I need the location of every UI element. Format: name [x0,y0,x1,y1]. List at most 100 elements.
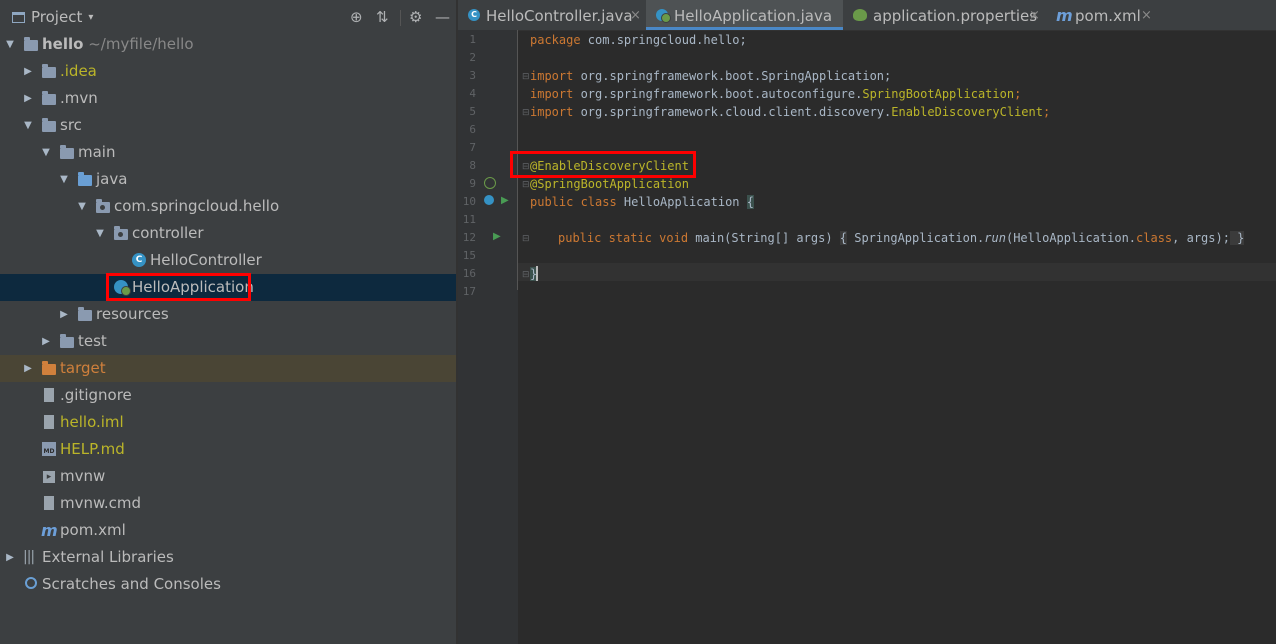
header-divider [400,10,401,26]
tree-item-help-md[interactable]: MD HELP.md [0,436,456,463]
tree-item-package[interactable]: ▼ com.springcloud.hello [0,193,456,220]
expanded-arrow-icon[interactable]: ▼ [94,220,106,247]
code-line-4: import org.springframework.boot.autoconf… [530,85,1021,103]
gear-icon[interactable]: ⚙ [409,8,422,26]
expanded-arrow-icon[interactable]: ▼ [22,112,34,139]
tab-hello-controller[interactable]: C HelloController.java × [458,0,644,30]
close-icon[interactable]: × [1029,0,1040,32]
expanded-arrow-icon[interactable]: ▼ [58,166,70,193]
close-icon[interactable]: × [1141,0,1152,32]
line-number: 9 [469,177,476,190]
folded-brace[interactable]: } [1229,231,1245,245]
tree-item-scratches[interactable]: Scratches and Consoles [0,571,456,598]
fold-icon[interactable]: ⊟ [522,180,530,190]
folder-icon [42,91,56,105]
chevron-down-icon[interactable]: ▾ [88,12,93,23]
run-icon[interactable]: ▶ [493,231,501,242]
tree-item-path: ~/myfile/hello [88,35,194,53]
tree-item-label: hello.iml [60,413,124,431]
tree-item-label: src [60,116,82,134]
tree-item-label: target [60,359,106,377]
fold-icon[interactable]: ⊟ [522,162,530,172]
tree-item-hello-application[interactable]: HelloApplication [0,274,456,301]
tree-item-mvnw-cmd[interactable]: mvnw.cmd [0,490,456,517]
project-window-icon [12,12,25,23]
module-folder-icon [24,37,38,51]
file-icon [44,388,54,402]
line-number: 12 [462,231,476,244]
code-text: SpringApplication. [847,231,985,245]
fold-icon[interactable]: ⊟ [522,108,530,118]
spring-boot-icon[interactable] [484,195,494,205]
code-text: org.springframework.boot.autoconfigure. [573,87,863,101]
tab-hello-application[interactable]: HelloApplication.java [646,0,843,30]
project-panel: Project ▾ ⊕ ⇅ ⚙ — ▼ hello ~/myfile/hello … [0,0,456,644]
tree-item-resources[interactable]: ▶ resources [0,301,456,328]
line-number-gutter[interactable]: 1 2 3 4 5 6 7 8 9 10 11 12 15 16 17 ▶ ▶ [458,30,518,644]
tree-item-idea[interactable]: ▶ .idea [0,58,456,85]
collapsed-arrow-icon[interactable]: ▶ [4,544,16,571]
keyword: package [530,33,581,47]
tree-item-label: java [96,170,128,188]
line-number: 10 [462,195,476,208]
tree-item-label: main [78,143,116,161]
tree-item-label: HELP.md [60,440,125,458]
locate-file-icon[interactable]: ⊕ [350,8,363,26]
code-text: ; [1042,105,1051,119]
hide-panel-icon[interactable]: — [435,8,450,26]
tree-item-hello-controller[interactable]: C HelloController [0,247,456,274]
code-line-5: import org.springframework.cloud.client.… [530,103,1050,121]
tree-item-test[interactable]: ▶ test [0,328,456,355]
tree-item-mvnw[interactable]: ▸ mvnw [0,463,456,490]
static-method: run [984,231,1006,245]
code-line-3: import org.springframework.boot.SpringAp… [530,67,891,85]
tree-item-gitignore[interactable]: .gitignore [0,382,456,409]
collapsed-arrow-icon[interactable]: ▶ [22,85,34,112]
expanded-arrow-icon[interactable]: ▼ [40,139,52,166]
tree-item-pom[interactable]: m pom.xml [0,517,456,544]
terminal-icon: ▸ [43,471,55,483]
code-line-8: @EnableDiscoveryClient [530,159,689,173]
spring-boot-class-icon [114,280,131,296]
tree-item-label: mvnw [60,467,106,485]
tab-label: HelloController.java [486,7,633,25]
line-number: 17 [462,285,476,298]
spring-bean-icon[interactable] [484,177,496,189]
tree-item-external-libraries[interactable]: ▶ ||| External Libraries [0,544,456,571]
run-icon[interactable]: ▶ [501,195,509,206]
tree-item-hello[interactable]: ▼ hello ~/myfile/hello [0,31,456,58]
tree-item-controller[interactable]: ▼ controller [0,220,456,247]
expanded-arrow-icon[interactable]: ▼ [4,31,16,58]
collapsed-arrow-icon[interactable]: ▶ [22,355,34,382]
code-line-12: public static void main(String[] args) {… [558,229,1245,247]
tab-pom[interactable]: m pom.xml × [1047,0,1157,30]
tree-item-target[interactable]: ▶ target [0,355,456,382]
close-icon[interactable]: × [630,0,641,32]
tab-label: pom.xml [1075,7,1141,25]
line-number: 1 [469,33,476,46]
tab-label: application.properties [873,7,1038,25]
tree-item-label: Scratches and Consoles [42,575,221,593]
java-class-icon: C [132,253,146,267]
folded-brace[interactable]: { [839,231,847,245]
collapsed-arrow-icon[interactable]: ▶ [58,301,70,328]
fold-icon[interactable]: ⊟ [522,234,530,244]
project-view-selector[interactable]: Project ▾ [12,8,93,26]
fold-icon[interactable]: ⊟ [522,270,530,280]
tree-item-mvn[interactable]: ▶ .mvn [0,85,456,112]
collapse-all-icon[interactable]: ⇅ [376,8,389,26]
fold-icon[interactable]: ⊟ [522,72,530,82]
tree-item-src[interactable]: ▼ src [0,112,456,139]
tree-item-main[interactable]: ▼ main [0,139,456,166]
tree-item-label: mvnw.cmd [60,494,142,512]
tree-item-java[interactable]: ▼ java [0,166,456,193]
tab-application-properties[interactable]: application.properties × [845,0,1045,30]
expanded-arrow-icon[interactable]: ▼ [76,193,88,220]
annotation-class: EnableDiscoveryClient [891,105,1043,119]
tree-item-hello-iml[interactable]: hello.iml [0,409,456,436]
collapsed-arrow-icon[interactable]: ▶ [40,328,52,355]
collapsed-arrow-icon[interactable]: ▶ [22,58,34,85]
keyword: import [530,105,574,119]
file-icon [44,415,54,429]
file-icon [44,496,54,510]
